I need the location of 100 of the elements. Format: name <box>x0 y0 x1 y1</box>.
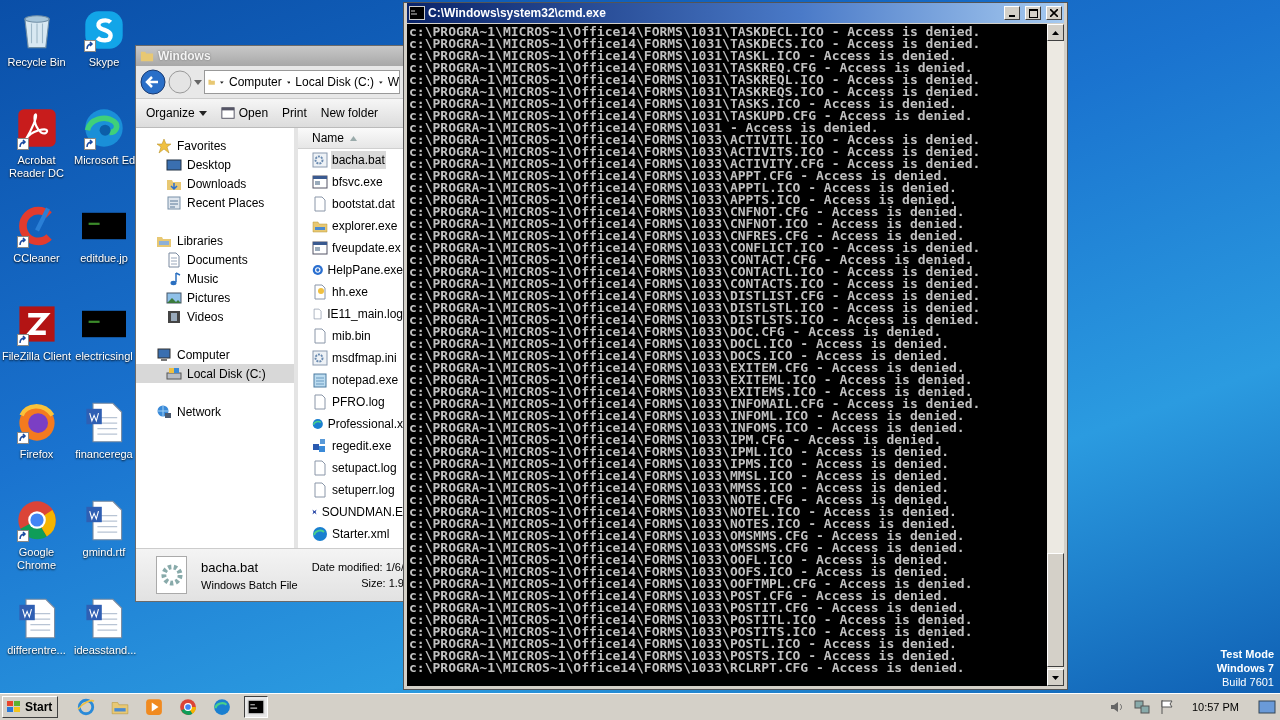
file-item[interactable]: msdfmap.ini <box>298 347 404 369</box>
notepad-icon <box>312 372 328 388</box>
folder-icon <box>140 49 154 63</box>
console-line: c:\PROGRA~1\MICROS~1\Office14\FORMS\1031\TASKDECL.ICO - Access is denied. <box>409 26 982 38</box>
nav-item[interactable]: Pictures <box>136 288 294 307</box>
desktop-icon-label[interactable]: FileZilla Client <box>1 350 72 363</box>
test-mode-notice: Build 7601 <box>1222 675 1274 689</box>
nav-item[interactable]: Documents <box>136 250 294 269</box>
nav-item[interactable]: Favorites <box>136 136 294 155</box>
file-size: Size: 1.9 <box>361 577 404 589</box>
nav-item[interactable]: Network <box>136 402 294 421</box>
toolbar-button[interactable]: Organize <box>142 104 211 122</box>
desktop-icon-label[interactable]: Recycle Bin <box>1 56 72 69</box>
scrollbar[interactable] <box>1047 24 1064 686</box>
console-line: c:\PROGRA~1\MICROS~1\Office14\FORMS\1033\EXITEML.ICO - Access is denied. <box>409 374 974 386</box>
test-mode-notice: Test Mode <box>1220 647 1274 661</box>
close-icon <box>1050 9 1058 17</box>
file-icon <box>312 394 328 410</box>
file-item[interactable]: explorer.exe <box>298 215 404 237</box>
toolbar-button[interactable]: Print <box>278 104 311 122</box>
file-item[interactable]: notepad.exe <box>298 369 404 391</box>
back-button-icon[interactable] <box>140 69 166 95</box>
application-icon <box>312 240 328 256</box>
nav-item[interactable]: Recent Places <box>136 193 294 212</box>
file-item[interactable]: bootstat.dat <box>298 193 404 215</box>
console-line: c:\PROGRA~1\MICROS~1\Office14\FORMS\1031\TASKREQL.ICO - Access is denied. <box>409 74 982 86</box>
breadcrumb[interactable]: Computer <box>228 75 282 89</box>
local-disk-icon <box>166 365 182 382</box>
desktop-icon-label[interactable]: Firefox <box>1 448 72 461</box>
start-button[interactable]: Start <box>2 696 59 718</box>
document-icon <box>166 251 182 268</box>
desktop-icon-label[interactable]: Skype <box>74 56 134 69</box>
volume-icon[interactable] <box>1108 699 1125 715</box>
nav-item[interactable]: Libraries <box>136 231 294 250</box>
toolbar-button[interactable]: Open <box>216 104 273 122</box>
file-item[interactable]: regedit.exe <box>298 435 404 457</box>
edge-icon <box>312 526 328 542</box>
nav-item[interactable]: Music <box>136 269 294 288</box>
flag-icon[interactable] <box>1158 699 1175 715</box>
console-line: c:\PROGRA~1\MICROS~1\Office14\FORMS\1031\TASKDECS.ICO - Access is denied. <box>409 38 982 50</box>
file-item[interactable]: bacha.bat <box>298 149 404 171</box>
console-line: c:\PROGRA~1\MICROS~1\Office14\FORMS\1033\DISTLSTS.ICO - Access is denied. <box>409 314 982 326</box>
minimize-button[interactable] <box>1004 6 1020 20</box>
console-line: c:\PROGRA~1\MICROS~1\Office14\FORMS\1033\IPML.ICO - Access is denied. <box>409 446 951 458</box>
desktop-icon-label[interactable]: Acrobat Reader DC <box>1 154 72 180</box>
registry-editor-icon <box>312 438 328 454</box>
console-line: c:\PROGRA~1\MICROS~1\Office14\FORMS\1033\NOTES.ICO - Access is denied. <box>409 518 957 530</box>
console-line: c:\PROGRA~1\MICROS~1\Office14\FORMS\1033\INFOML.ICO - Access is denied. <box>409 410 966 422</box>
address-bar[interactable]: Computer Local Disk (C:) W <box>204 70 400 94</box>
file-item[interactable]: SOUNDMAN.E <box>298 501 404 523</box>
maximize-button[interactable] <box>1025 6 1041 20</box>
desktop-icon-label[interactable]: editdue.jp <box>74 252 134 265</box>
scroll-down-button[interactable] <box>1047 669 1064 686</box>
nav-item[interactable]: Computer <box>136 345 294 364</box>
taskbar-button[interactable] <box>244 696 269 718</box>
desktop-icon-label[interactable]: financerega <box>74 448 134 461</box>
file-item[interactable]: setuperr.log <box>298 479 404 501</box>
nav-item[interactable]: Downloads <box>136 174 294 193</box>
console-line: c:\PROGRA~1\MICROS~1\Office14\FORMS\1033\EXITEM.CFG - Access is denied. <box>409 362 965 374</box>
network-icon[interactable] <box>1133 699 1150 715</box>
scroll-thumb[interactable] <box>1047 553 1064 667</box>
desktop-icon-label[interactable]: Microsoft Ed <box>74 154 134 167</box>
console-line: c:\PROGRA~1\MICROS~1\Office14\FORMS\1031\TASKUPD.CFG - Access is denied. <box>409 110 974 122</box>
console-line: c:\PROGRA~1\MICROS~1\Office14\FORMS\1033\CNFRES.CFG - Access is denied. <box>409 230 965 242</box>
gear-icon <box>158 562 185 588</box>
file-item[interactable]: PFRO.log <box>298 391 404 413</box>
desktop-icon-label[interactable]: differentre... <box>1 644 72 657</box>
toolbar-button[interactable]: New folder <box>316 104 383 122</box>
file-item[interactable]: bfsvc.exe <box>298 171 404 193</box>
file-item[interactable]: Starter.xml <box>298 523 404 545</box>
clock[interactable]: 10:57 PM <box>1191 701 1239 713</box>
edge-icon <box>82 106 126 150</box>
file-item[interactable]: setupact.log <box>298 457 404 479</box>
scroll-up-button[interactable] <box>1047 24 1064 41</box>
console-line: c:\PROGRA~1\MICROS~1\Office14\FORMS\1033\DOC.CFG - Access is denied. <box>409 326 942 338</box>
desktop-icon-label[interactable]: CCleaner <box>1 252 72 265</box>
nav-item[interactable]: Videos <box>136 307 294 326</box>
nav-item[interactable]: Desktop <box>136 155 294 174</box>
close-button[interactable] <box>1046 6 1062 20</box>
command-prompt-icon <box>247 698 266 716</box>
console-line: c:\PROGRA~1\MICROS~1\Office14\FORMS\1033\CONTACTS.ICO - Access is denied. <box>409 278 982 290</box>
column-header[interactable]: Name <box>298 128 404 149</box>
breadcrumb[interactable]: Local Disk (C:) <box>295 75 374 89</box>
media-player-icon <box>145 698 164 716</box>
console-line: c:\PROGRA~1\MICROS~1\Office14\FORMS\1033\EXITEMS.ICO - Access is denied. <box>409 386 973 398</box>
show-desktop-icon[interactable] <box>1258 699 1276 715</box>
desktop-icon-label[interactable]: gmind.rtf <box>74 546 134 559</box>
nav-item[interactable]: Local Disk (C:) <box>136 364 294 383</box>
file-item[interactable]: HelpPane.exe <box>298 259 404 281</box>
file-item[interactable]: Professional.x <box>298 413 404 435</box>
desktop-icon-label[interactable]: Google Chrome <box>1 546 72 572</box>
console-line: c:\PROGRA~1\MICROS~1\Office14\FORMS\1033\POSTIT.CFG - Access is denied. <box>409 602 965 614</box>
desktop-icon-label[interactable]: electricsingl <box>74 350 134 363</box>
file-item[interactable]: IE11_main.log <box>298 303 404 325</box>
file-item[interactable]: fveupdate.ex <box>298 237 404 259</box>
breadcrumb[interactable]: W <box>387 75 399 89</box>
desktop-icon-label[interactable]: ideasstand... <box>74 644 134 657</box>
console-line: c:\PROGRA~1\MICROS~1\Office14\FORMS\1033\ACTIVITL.ICO - Access is denied. <box>409 134 982 146</box>
file-item[interactable]: hh.exe <box>298 281 404 303</box>
file-item[interactable]: mib.bin <box>298 325 404 347</box>
